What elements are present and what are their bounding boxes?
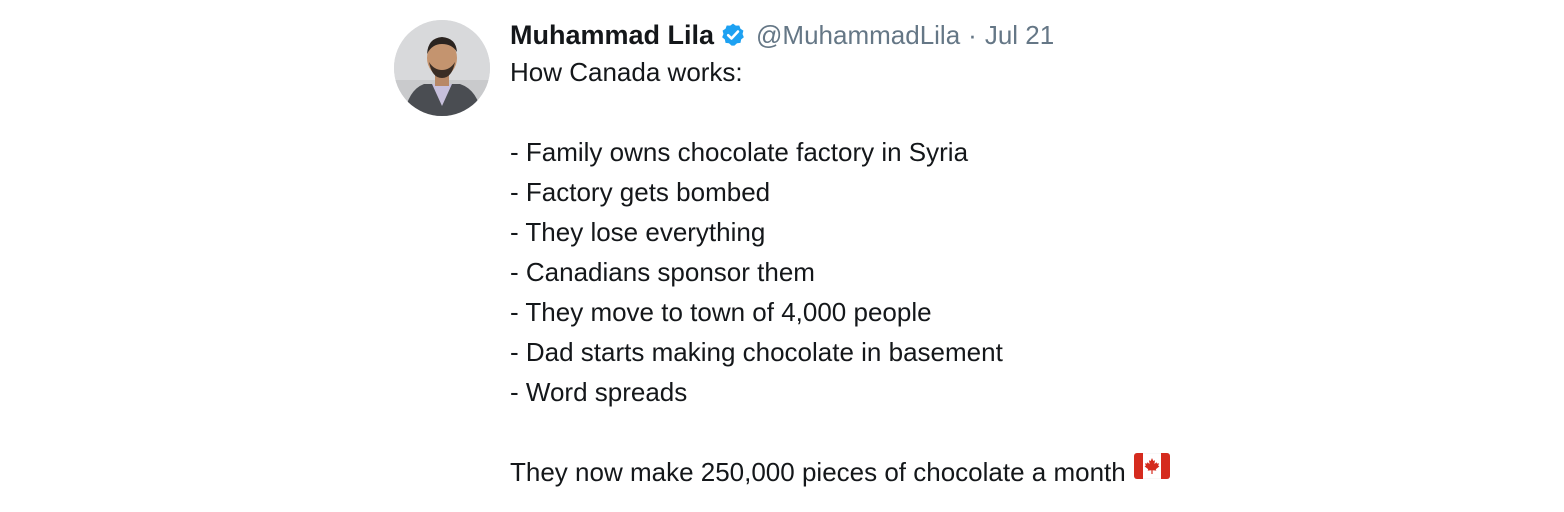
author-name[interactable]: Muhammad Lila	[510, 20, 714, 51]
bullet-line: - Word spreads	[510, 377, 688, 407]
author-handle[interactable]: @MuhammadLila	[756, 20, 960, 51]
tweet: Muhammad Lila @MuhammadLila · Jul 21 How…	[394, 18, 1394, 498]
tweet-content: Muhammad Lila @MuhammadLila · Jul 21 How…	[510, 18, 1390, 492]
avatar-photo-icon	[394, 20, 490, 116]
tweet-text: How Canada works: - Family owns chocolat…	[510, 52, 1390, 492]
tweet-conclusion: They now make 250,000 pieces of chocolat…	[510, 452, 1390, 492]
bullet-line: - Dad starts making chocolate in basemen…	[510, 337, 1003, 367]
tweet-intro: How Canada works:	[510, 57, 743, 87]
bullet-line: - Factory gets bombed	[510, 177, 771, 207]
tweet-date[interactable]: Jul 21	[985, 20, 1054, 51]
header-separator: ·	[968, 19, 977, 50]
canada-flag-icon	[1133, 450, 1170, 490]
tweet-header: Muhammad Lila @MuhammadLila · Jul 21	[510, 18, 1390, 52]
bullet-line: - They move to town of 4,000 people	[510, 297, 932, 327]
bullet-line: - They lose everything	[510, 217, 766, 247]
bullet-line: - Canadians sponsor them	[510, 257, 815, 287]
bullet-line: - Family owns chocolate factory in Syria	[510, 137, 969, 167]
conclusion-text: They now make 250,000 pieces of chocolat…	[510, 457, 1126, 487]
verified-badge-icon	[720, 22, 746, 48]
avatar[interactable]	[394, 20, 490, 116]
